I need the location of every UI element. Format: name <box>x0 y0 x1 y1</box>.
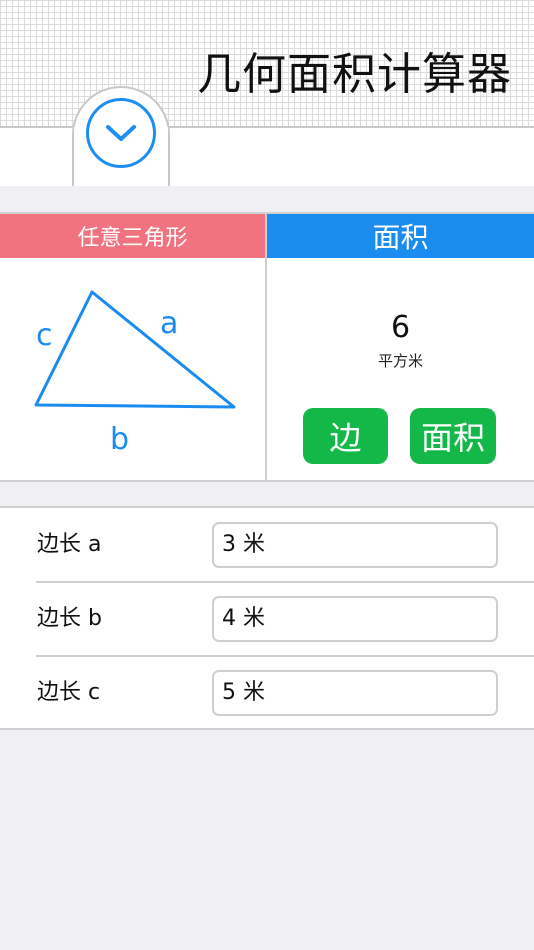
area-button[interactable]: 面积 <box>410 408 496 464</box>
side-c-input[interactable]: 5 米 <box>212 670 498 716</box>
triangle-diagram: c a b <box>34 290 236 457</box>
input-row-b: 边长 b 4 米 <box>0 582 534 656</box>
side-c-field-label: 边长 c <box>37 680 101 705</box>
side-a-input[interactable]: 3 米 <box>212 522 498 568</box>
input-list: 边长 a 3 米 边长 b 4 米 边长 c 5 米 <box>0 506 534 730</box>
result-title: 面积 <box>267 214 534 258</box>
area-value: 6 <box>390 310 411 345</box>
shape-name: 任意三角形 <box>0 214 265 258</box>
area-unit: 平方米 <box>377 352 423 370</box>
shape-panel: 任意三角形 面积 c a b 6 平方米 边 面积 <box>0 212 534 482</box>
app-title: 几何面积计算器 <box>197 49 512 100</box>
side-b-field-label: 边长 b <box>37 606 102 631</box>
input-row-c: 边长 c 5 米 <box>0 656 534 730</box>
chevron-down-icon <box>106 125 136 141</box>
side-b-label: b <box>110 422 129 457</box>
side-a-label: a <box>160 306 178 341</box>
triangle-shape <box>34 290 236 409</box>
side-a-field-label: 边长 a <box>37 532 102 557</box>
input-row-a: 边长 a 3 米 <box>0 508 534 582</box>
side-c-label: c <box>36 318 53 353</box>
side-b-input[interactable]: 4 米 <box>212 596 498 642</box>
side-button[interactable]: 边 <box>303 408 388 464</box>
shape-picker-button[interactable] <box>86 98 156 168</box>
